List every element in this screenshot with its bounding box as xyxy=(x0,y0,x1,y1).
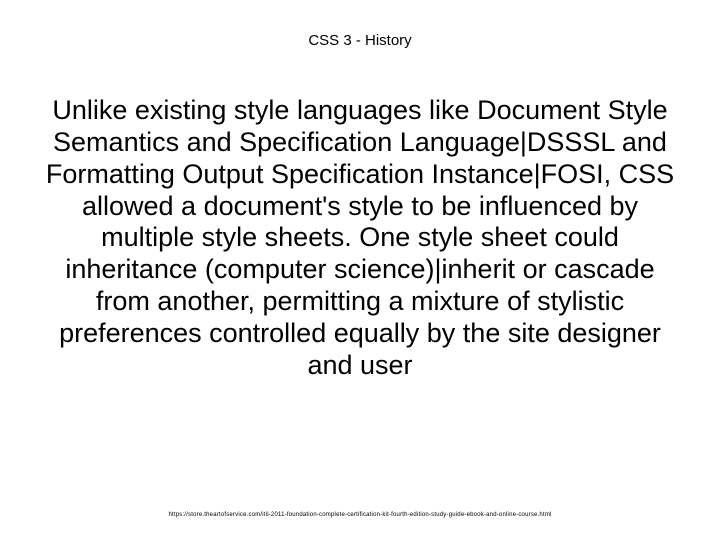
slide-footer-url: https://store.theartofservice.com/itil-2… xyxy=(0,512,720,518)
slide: CSS 3 - History Unlike existing style la… xyxy=(0,0,720,540)
slide-title: CSS 3 - History xyxy=(0,32,720,49)
slide-body-text: Unlike existing style languages like Doc… xyxy=(45,95,675,382)
